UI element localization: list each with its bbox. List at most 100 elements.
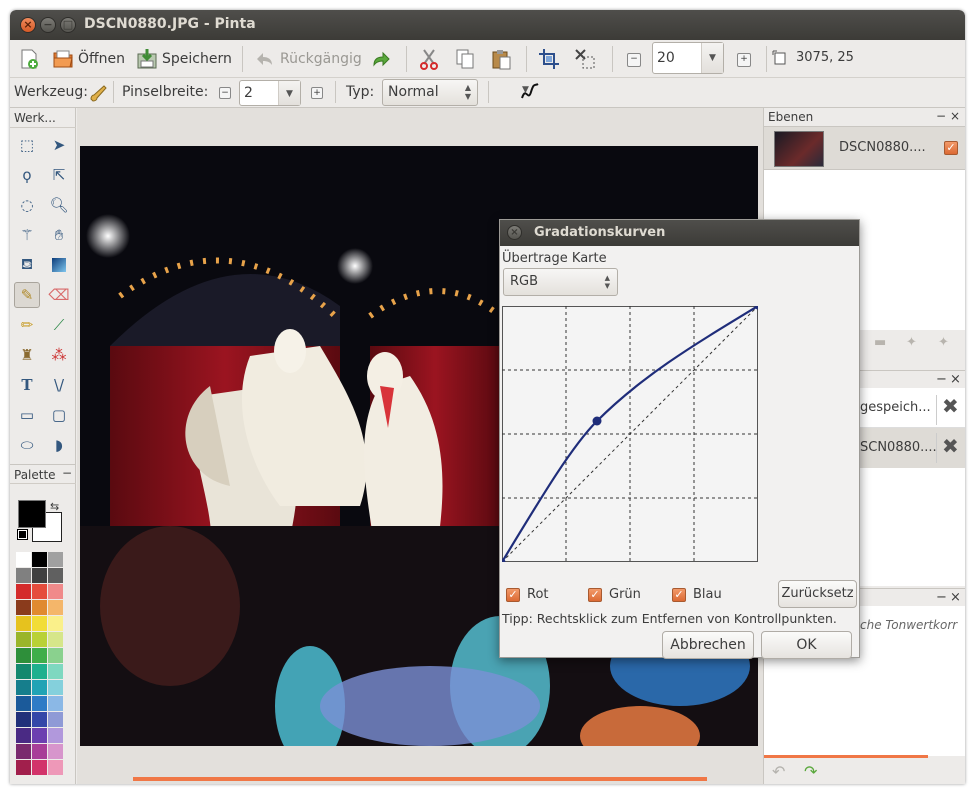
- minimize-window-button[interactable]: −: [40, 17, 56, 33]
- copy-button[interactable]: [454, 44, 476, 74]
- palette-swatch[interactable]: [48, 728, 63, 743]
- primary-color-swatch[interactable]: [18, 500, 46, 528]
- close-icon[interactable]: ✖: [942, 434, 959, 458]
- rectangle-select-tool[interactable]: ⬚: [14, 132, 40, 158]
- palette-swatch[interactable]: [32, 616, 47, 631]
- minimize-panel-icon[interactable]: −: [936, 590, 947, 605]
- rounded-rectangle-tool[interactable]: ▢: [46, 402, 72, 428]
- freeform-shape-tool[interactable]: ◗: [46, 432, 72, 458]
- palette-swatch[interactable]: [48, 760, 63, 775]
- palette-swatch[interactable]: [16, 648, 31, 663]
- palette-swatch[interactable]: [48, 696, 63, 711]
- layer-row[interactable]: DSCN0880.... ✓: [764, 126, 965, 170]
- deselect-button[interactable]: [574, 44, 596, 74]
- layer-visibility-checkbox[interactable]: ✓: [944, 141, 958, 155]
- zoom-tool[interactable]: 🔍︎: [46, 192, 72, 218]
- palette-swatch[interactable]: [32, 760, 47, 775]
- blue-channel-checkbox[interactable]: ✓: [672, 588, 686, 602]
- minimize-panel-icon[interactable]: −: [62, 466, 72, 480]
- rectangle-tool[interactable]: ▭: [14, 402, 40, 428]
- palette-swatch[interactable]: [16, 568, 31, 583]
- cancel-button[interactable]: Abbrechen: [662, 631, 754, 659]
- close-panel-icon[interactable]: ×: [950, 372, 961, 387]
- close-panel-icon[interactable]: ×: [950, 109, 960, 123]
- move-layer-up-icon[interactable]: ✦: [906, 335, 917, 350]
- red-channel-checkbox[interactable]: ✓: [506, 588, 520, 602]
- zoom-out-button[interactable]: −: [627, 53, 641, 67]
- new-button[interactable]: [18, 44, 40, 74]
- layer-properties-icon[interactable]: ▬: [874, 335, 886, 350]
- palette-swatch[interactable]: [16, 760, 31, 775]
- palette-swatch[interactable]: [16, 552, 31, 567]
- map-combo[interactable]: RGB ▲ ▼: [503, 268, 618, 296]
- curve-control-point[interactable]: [592, 416, 602, 426]
- palette-swatch[interactable]: [32, 632, 47, 647]
- palette-swatch[interactable]: [16, 680, 31, 695]
- palette-swatch[interactable]: [32, 584, 47, 599]
- palette-swatch[interactable]: [48, 568, 63, 583]
- ellipse-select-tool[interactable]: ◌: [14, 192, 40, 218]
- palette-swatch[interactable]: [32, 552, 47, 567]
- palette-swatch[interactable]: [48, 552, 63, 567]
- magic-wand-tool[interactable]: ⚚: [14, 222, 40, 248]
- redo-icon[interactable]: ↷: [804, 762, 817, 781]
- redo-button[interactable]: [370, 44, 392, 74]
- palette-swatch[interactable]: [48, 744, 63, 759]
- move-layer-down-icon[interactable]: ✦: [938, 335, 949, 350]
- palette-swatch[interactable]: [48, 680, 63, 695]
- crop-to-selection-button[interactable]: [538, 44, 560, 74]
- palette-swatch[interactable]: [48, 616, 63, 631]
- palette-swatch[interactable]: [16, 584, 31, 599]
- palette-swatch[interactable]: [16, 632, 31, 647]
- close-window-button[interactable]: ×: [20, 17, 36, 33]
- reset-button[interactable]: Zurücksetz: [778, 580, 857, 608]
- eraser-tool[interactable]: ⌫: [46, 282, 72, 308]
- palette-swatch[interactable]: [48, 664, 63, 679]
- clone-stamp-tool[interactable]: ♜: [14, 342, 40, 368]
- close-dialog-button[interactable]: ×: [507, 225, 522, 240]
- close-icon[interactable]: ✖: [942, 394, 959, 418]
- pencil-tool[interactable]: ✏︎: [14, 312, 40, 338]
- minimize-panel-icon[interactable]: −: [936, 109, 946, 123]
- brush-width-decrease-button[interactable]: −: [219, 87, 231, 99]
- palette-swatch[interactable]: [32, 664, 47, 679]
- swap-colors-icon[interactable]: ⇆: [50, 500, 59, 513]
- cut-button[interactable]: [418, 44, 440, 74]
- save-button[interactable]: Speichern: [136, 44, 232, 74]
- palette-swatch[interactable]: [48, 600, 63, 615]
- palette-swatch[interactable]: [32, 680, 47, 695]
- palette-swatch[interactable]: [32, 744, 47, 759]
- paste-button[interactable]: [490, 44, 512, 74]
- line-curve-tool[interactable]: \/: [46, 372, 72, 398]
- zoom-combo[interactable]: 20 ▼: [652, 42, 724, 74]
- type-combo[interactable]: Normal ▲ ▼: [382, 79, 478, 106]
- chevron-down-icon[interactable]: ▼: [522, 85, 529, 95]
- pan-tool[interactable]: ✋︎: [46, 222, 72, 248]
- ok-button[interactable]: OK: [761, 631, 852, 659]
- paintbrush-tool[interactable]: ✎: [14, 282, 40, 308]
- reset-colors-icon[interactable]: [17, 529, 28, 540]
- palette-swatch[interactable]: [16, 600, 31, 615]
- minimize-panel-icon[interactable]: −: [936, 372, 947, 387]
- palette-swatch[interactable]: [16, 728, 31, 743]
- palette-swatch[interactable]: [16, 744, 31, 759]
- palette-swatch[interactable]: [48, 712, 63, 727]
- palette-swatch[interactable]: [32, 600, 47, 615]
- palette-swatch[interactable]: [16, 696, 31, 711]
- palette-swatch[interactable]: [32, 728, 47, 743]
- close-panel-icon[interactable]: ×: [950, 590, 961, 605]
- chevron-down-icon[interactable]: ▼: [701, 43, 723, 73]
- palette-swatch[interactable]: [16, 712, 31, 727]
- palette-swatch[interactable]: [48, 632, 63, 647]
- undo-icon[interactable]: ↶: [772, 762, 785, 781]
- text-tool[interactable]: T: [14, 372, 40, 398]
- paint-bucket-tool[interactable]: ⛾: [14, 252, 40, 278]
- curve-graph[interactable]: [502, 306, 758, 562]
- move-selection-tool[interactable]: ⇱: [46, 162, 72, 188]
- chevron-down-icon[interactable]: ▼: [278, 81, 300, 105]
- color-picker-tool[interactable]: ⟋: [46, 312, 72, 338]
- lasso-select-tool[interactable]: ϙ: [14, 162, 40, 188]
- maximize-window-button[interactable]: □: [60, 17, 76, 33]
- ellipse-tool[interactable]: ⬭: [14, 432, 40, 458]
- brush-width-combo[interactable]: 2 ▼: [239, 80, 301, 106]
